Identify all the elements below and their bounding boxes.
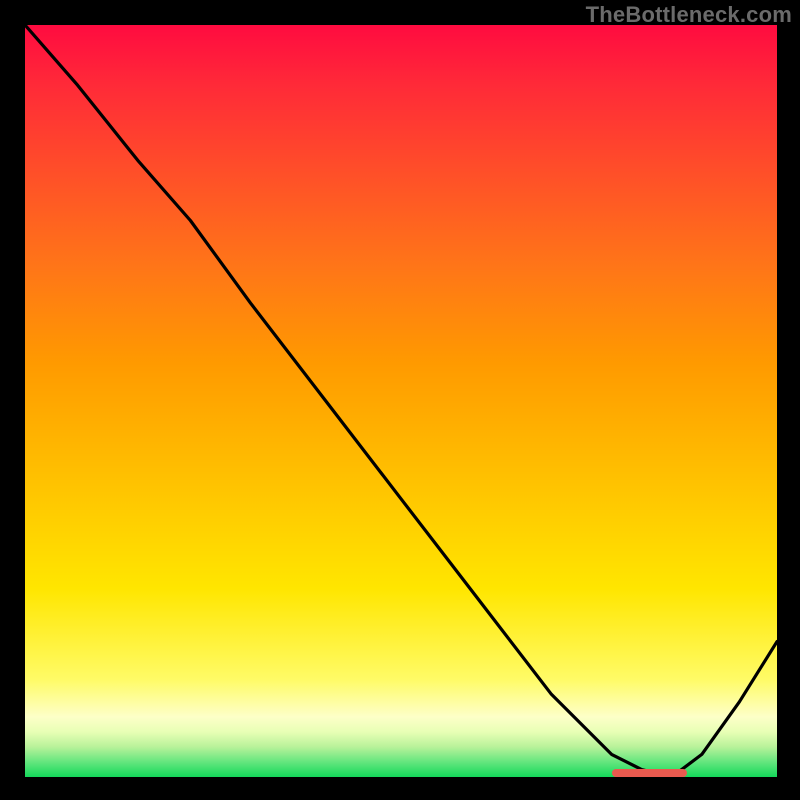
y-axis: [18, 25, 25, 777]
plot-area: [25, 25, 777, 777]
line-curve: [25, 25, 777, 777]
x-axis: [25, 777, 777, 784]
chart-container: TheBottleneck.com: [0, 0, 800, 800]
